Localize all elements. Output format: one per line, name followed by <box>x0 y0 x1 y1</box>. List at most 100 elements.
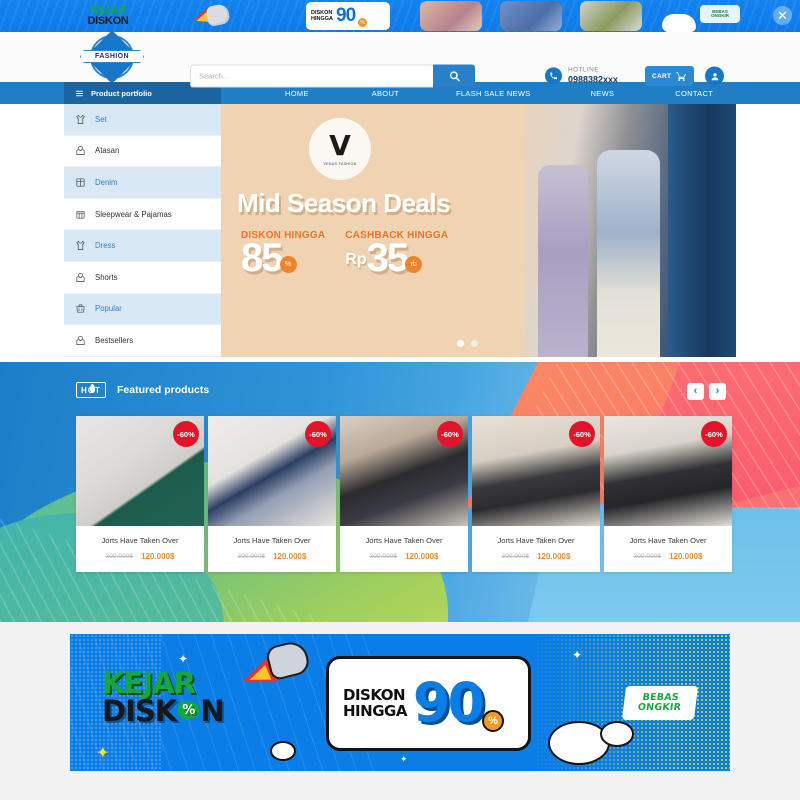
product-image: -60% <box>340 416 468 526</box>
ad-percent-icon: % <box>358 18 368 27</box>
cloud-icon <box>270 741 296 761</box>
sidebar-item-label: Dress <box>95 241 116 251</box>
chevron-left-icon[interactable]: ‹ <box>687 383 704 400</box>
banner-discount-card: DISKON HINGGA 90 % <box>326 656 531 751</box>
carousel-dots <box>457 340 478 347</box>
nav-item-flash-sale-news[interactable]: FLASH SALE NEWS <box>456 89 531 98</box>
hero-offer-diskon: DISKON HINGGA 85 % <box>241 230 325 280</box>
product-name: Jorts Have Taken Over <box>233 536 311 545</box>
product-list: -60% Jorts Have Taken Over 300.000$ 120.… <box>76 416 732 572</box>
product-old-price: 300.000$ <box>237 553 266 560</box>
cart-button[interactable]: CART <box>645 66 695 86</box>
sidebar-item-label: Sleepwear & Pajamas <box>95 209 172 219</box>
hoodie-icon <box>76 335 85 345</box>
megaphone-icon <box>190 1 236 31</box>
logo-text: FASHION <box>95 53 129 60</box>
product-price: 120.000$ <box>537 552 571 561</box>
product-card[interactable]: -60% Jorts Have Taken Over 300.000$ 120.… <box>76 416 204 572</box>
sidebar-item-bestsellers[interactable]: Bestsellers <box>64 325 221 357</box>
sidebar-item-sleepwear-pajamas[interactable]: Sleepwear & Pajamas <box>64 199 221 231</box>
tshirt-icon <box>76 114 85 124</box>
top-ad-banner[interactable]: KEJAR DISKON DISKON HINGGA 90 % BEBAS ON… <box>0 0 800 32</box>
product-name: Jorts Have Taken Over <box>629 536 707 545</box>
search-input[interactable] <box>190 64 433 88</box>
venus-brand-name: VENUS FASHION <box>323 162 357 166</box>
ad-bebas-ongkir-badge: BEBAS ONGKIR <box>700 5 740 23</box>
banner-discount-value: 90 <box>412 671 485 735</box>
product-image: -60% <box>472 416 600 526</box>
product-name: Jorts Have Taken Over <box>365 536 443 545</box>
offer-value: 35 <box>366 236 409 280</box>
product-old-price: 300.000$ <box>501 553 530 560</box>
product-card[interactable]: -60% Jorts Have Taken Over 300.000$ 120.… <box>472 416 600 572</box>
cart-icon <box>676 71 687 81</box>
discount-badge: -60% <box>173 421 199 447</box>
hotline-number: 0988382xxx <box>568 74 619 85</box>
product-card[interactable]: -60% Jorts Have Taken Over 300.000$ 120.… <box>340 416 468 572</box>
tshirt-icon <box>76 240 85 251</box>
offer-value: 85 <box>241 236 283 280</box>
hero-carousel[interactable]: V VENUS FASHION Mid Season Deals DISKON … <box>221 104 736 357</box>
product-image: -60% <box>76 416 204 526</box>
close-icon[interactable]: ✕ <box>773 6 792 25</box>
sidebar-item-dress[interactable]: Dress <box>64 230 221 262</box>
nav-item-news[interactable]: NEWS <box>591 89 615 98</box>
product-image: -60% <box>208 416 336 526</box>
product-card[interactable]: -60% Jorts Have Taken Over 300.000$ 120.… <box>604 416 732 572</box>
featured-products-section: HOT Featured products ‹ › -60% Jorts Hav… <box>0 362 800 622</box>
offer-suffix: rb <box>405 256 423 273</box>
hamburger-icon <box>76 90 83 96</box>
sidebar-item-label: Shorts <box>95 272 118 282</box>
search-button[interactable] <box>433 64 475 88</box>
discount-badge: -60% <box>569 421 595 447</box>
product-price: 120.000$ <box>405 552 439 561</box>
banner-kejar-diskon-logo: KEJAR DISK % N <box>102 669 225 725</box>
sidebar-item-set[interactable]: Set <box>64 104 221 136</box>
ad-promo-value: 90 <box>336 5 356 26</box>
hoodie-icon <box>76 146 85 156</box>
product-image: -60% <box>604 416 732 526</box>
product-old-price: 300.000$ <box>105 553 134 560</box>
sidebar-item-denim[interactable]: Denim <box>64 167 221 199</box>
ad-thumbnail[interactable] <box>580 1 642 31</box>
bottom-banner-wrapper: ✦ ✦ ✦ ✦ KEJAR DISK % N DISKON HINGGA 90 … <box>0 622 800 782</box>
site-logo[interactable]: FASHION <box>76 29 148 85</box>
hot-badge: HOT <box>76 382 106 398</box>
product-card[interactable]: -60% Jorts Have Taken Over 300.000$ 120.… <box>208 416 336 572</box>
discount-badge: -60% <box>701 421 727 447</box>
product-name: Jorts Have Taken Over <box>101 536 179 545</box>
star-icon: ✦ <box>178 652 189 666</box>
ad-kejar-line2: DISKON <box>87 15 129 27</box>
hero-photo <box>524 104 736 357</box>
carousel-dot-2[interactable] <box>471 340 478 347</box>
account-button[interactable] <box>705 66 724 86</box>
ad-thumbnail[interactable] <box>420 1 482 31</box>
cart-label: CART <box>652 72 672 80</box>
nav-item-contact[interactable]: CONTACT <box>675 89 713 98</box>
promo-banner[interactable]: ✦ ✦ ✦ ✦ KEJAR DISK % N DISKON HINGGA 90 … <box>70 634 730 771</box>
search-bar[interactable] <box>190 64 475 88</box>
nav-item-about[interactable]: ABOUT <box>372 89 399 98</box>
ad-promo-text: DISKON HINGGA <box>311 9 333 22</box>
ad-discount-card: DISKON HINGGA 90 % <box>306 2 390 30</box>
product-old-price: 300.000$ <box>369 553 398 560</box>
percent-icon: % <box>482 710 505 732</box>
sidebar-item-popular[interactable]: Popular <box>64 293 221 326</box>
carousel-dot-1[interactable] <box>457 340 464 347</box>
sidebar-item-atasan[interactable]: Atasan <box>64 136 221 168</box>
venus-mark: V <box>329 129 351 162</box>
product-price: 120.000$ <box>669 552 703 561</box>
chevron-right-icon[interactable]: › <box>709 383 726 400</box>
sidebar-item-label: Bestsellers <box>95 335 134 345</box>
nav-item-home[interactable]: HOME <box>285 89 309 98</box>
denim-icon <box>76 178 85 187</box>
discount-badge: -60% <box>437 421 463 447</box>
bebas-line2: ONGKIR <box>637 702 682 713</box>
bebas-ongkir-badge: BEBAS ONGKIR <box>621 686 699 720</box>
sidebar-item-shorts[interactable]: Shorts <box>64 262 221 294</box>
offer-prefix: Rp <box>345 251 367 268</box>
discount-badge: -60% <box>305 421 331 447</box>
hero-offer-cashback: CASHBACK HINGGA Rp 35 rb <box>345 230 448 280</box>
ad-thumbnail[interactable] <box>500 1 562 31</box>
cloud-icon <box>600 721 634 747</box>
